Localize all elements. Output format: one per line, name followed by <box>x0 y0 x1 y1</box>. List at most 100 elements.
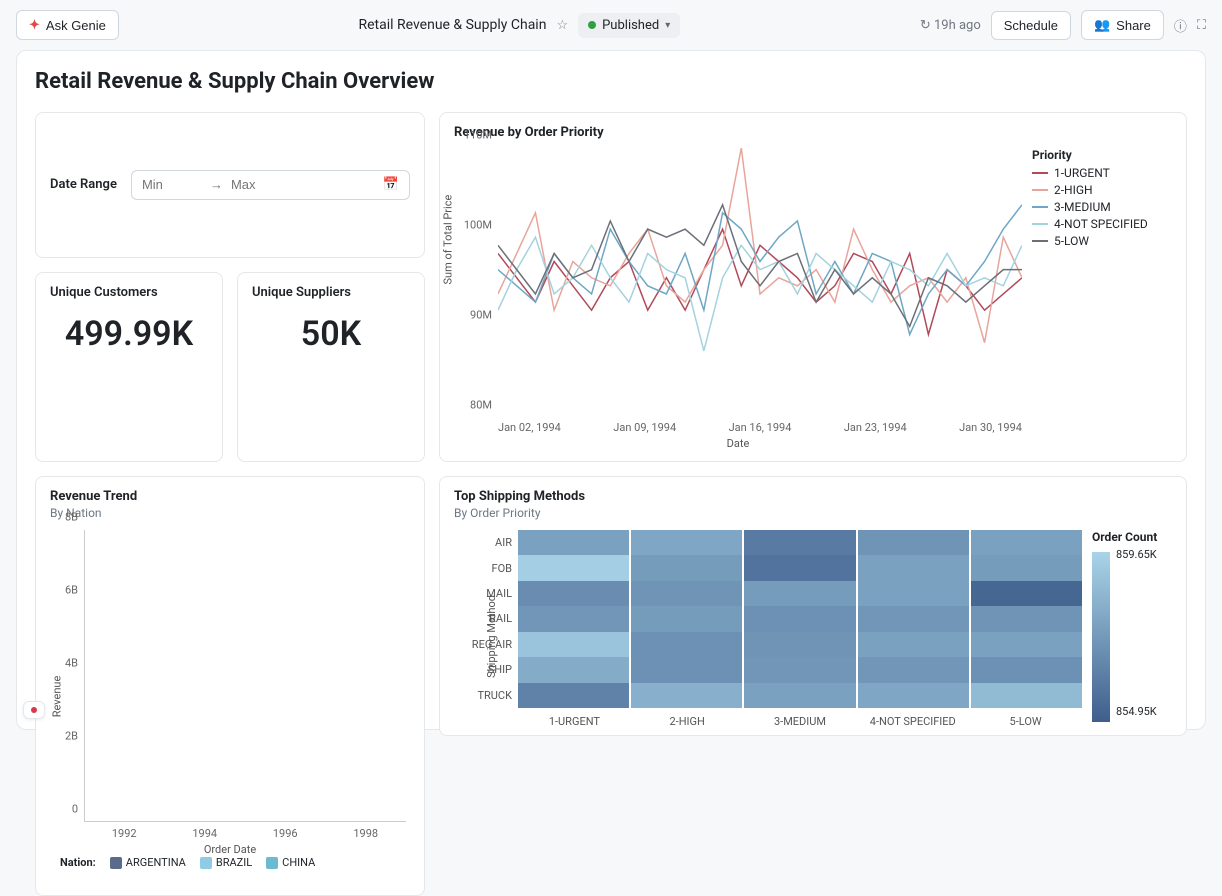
arrow-right-icon: → <box>210 177 223 193</box>
heat-cell[interactable] <box>744 683 855 708</box>
topbar-center: Retail Revenue & Supply Chain ☆ Publishe… <box>131 13 908 38</box>
heat-cell[interactable] <box>631 530 742 555</box>
trend-y-axis: 02B4B6B8B <box>50 530 80 822</box>
legend-item[interactable]: 3-MEDIUM <box>1032 200 1172 214</box>
heat-cell[interactable] <box>858 632 969 657</box>
status-dot-icon <box>588 21 596 29</box>
heat-cell[interactable] <box>971 657 1082 682</box>
floating-widget[interactable] <box>23 701 45 719</box>
shipping-heatmap-card: Top Shipping Methods By Order Priority S… <box>439 476 1187 736</box>
heat-cell[interactable] <box>858 581 969 606</box>
heat-cell[interactable] <box>858 657 969 682</box>
heat-cell[interactable] <box>518 606 629 631</box>
ask-genie-button[interactable]: ✦ Ask Genie <box>16 10 119 40</box>
heat-scale-min: 854.95K <box>1116 705 1157 718</box>
trend-x-axis-label: Order Date <box>204 843 256 856</box>
heat-cell[interactable] <box>631 555 742 580</box>
kpi-suppliers-card: Unique Suppliers 50K <box>237 272 425 463</box>
schedule-button[interactable]: Schedule <box>991 11 1071 40</box>
heat-cell[interactable] <box>971 683 1082 708</box>
heat-scale-max: 859.65K <box>1116 548 1157 561</box>
share-button[interactable]: 👥 Share <box>1081 10 1164 40</box>
trend-legend: Nation: ARGENTINA BRAZIL CHINA <box>60 856 410 869</box>
heat-cell[interactable] <box>858 606 969 631</box>
refresh-ago: 19h ago <box>934 18 981 33</box>
fullscreen-icon[interactable]: ⛶ <box>1197 18 1206 33</box>
heatmap-plot: Shipping Method AIRFOBMAILRAILREG AIRSHI… <box>454 530 1082 730</box>
legend-item[interactable]: BRAZIL <box>200 856 252 869</box>
kpi-customers-value: 499.99K <box>50 314 208 354</box>
heat-cell[interactable] <box>858 555 969 580</box>
legend-item[interactable]: 4-NOT SPECIFIED <box>1032 217 1172 231</box>
heat-cell[interactable] <box>744 530 855 555</box>
heatmap-title: Top Shipping Methods <box>454 489 1172 504</box>
heat-gradient-icon <box>1092 552 1110 722</box>
revenue-priority-title: Revenue by Order Priority <box>454 125 1172 140</box>
kpi-customers-title: Unique Customers <box>50 285 208 300</box>
kpi-suppliers-title: Unique Suppliers <box>252 285 410 300</box>
status-pill[interactable]: Published ▾ <box>578 13 680 38</box>
star-icon[interactable]: ☆ <box>556 18 568 33</box>
heat-cell[interactable] <box>971 632 1082 657</box>
legend-item[interactable]: CHINA <box>266 856 315 869</box>
heat-scale-title: Order Count <box>1092 530 1172 544</box>
date-min-input[interactable] <box>142 177 202 192</box>
overview-title: Retail Revenue & Supply Chain Overview <box>35 69 1187 94</box>
legend-item[interactable]: 1-URGENT <box>1032 166 1172 180</box>
heat-cell[interactable] <box>518 632 629 657</box>
line-legend-title: Priority <box>1032 148 1172 162</box>
line-legend: Priority 1-URGENT 2-HIGH 3-MEDIUM 4-NOT SPE… <box>1032 148 1172 448</box>
heat-cells <box>518 530 1082 708</box>
heat-cell[interactable] <box>518 530 629 555</box>
revenue-trend-chart[interactable]: Revenue 02B4B6B8B 1992199419961998 Order… <box>50 530 410 850</box>
date-range-input[interactable]: → 📅 <box>131 170 410 200</box>
date-max-input[interactable] <box>231 177 291 192</box>
kpi-suppliers-value: 50K <box>252 314 410 354</box>
heat-cell[interactable] <box>631 657 742 682</box>
heat-row-labels: AIRFOBMAILRAILREG AIRSHIPTRUCK <box>468 530 516 708</box>
heat-cell[interactable] <box>971 581 1082 606</box>
record-dot-icon <box>31 707 37 713</box>
heat-cell[interactable] <box>631 683 742 708</box>
info-icon[interactable]: ⓘ <box>1174 16 1187 35</box>
revenue-trend-subtitle: By Nation <box>50 506 410 520</box>
line-y-axis-label: Sum of Total Price <box>442 195 455 285</box>
refresh-status[interactable]: ↻ 19h ago <box>920 18 981 33</box>
heat-cell[interactable] <box>971 555 1082 580</box>
refresh-icon: ↻ <box>920 18 931 33</box>
heat-cell[interactable] <box>518 581 629 606</box>
heatmap-chart[interactable]: Shipping Method AIRFOBMAILRAILREG AIRSHI… <box>454 530 1172 730</box>
topbar-right: ↻ 19h ago Schedule 👥 Share ⓘ ⛶ <box>920 10 1206 40</box>
heat-cell[interactable] <box>631 581 742 606</box>
heat-cell[interactable] <box>518 657 629 682</box>
heat-x-labels: 1-URGENT2-HIGH3-MEDIUM4-NOT SPECIFIED5-L… <box>518 715 1082 728</box>
revenue-priority-card: Revenue by Order Priority Sum of Total P… <box>439 112 1187 462</box>
heat-cell[interactable] <box>744 581 855 606</box>
legend-item[interactable]: 5-LOW <box>1032 234 1172 248</box>
heat-cell[interactable] <box>858 530 969 555</box>
heat-cell[interactable] <box>971 530 1082 555</box>
line-y-axis: 80M90M100M110M <box>454 148 494 418</box>
heat-cell[interactable] <box>858 683 969 708</box>
heat-cell[interactable] <box>518 683 629 708</box>
heat-cell[interactable] <box>744 555 855 580</box>
legend-item[interactable]: ARGENTINA <box>110 856 186 869</box>
heat-cell[interactable] <box>971 606 1082 631</box>
heat-cell[interactable] <box>518 555 629 580</box>
trend-x-axis: 1992199419961998 <box>84 827 406 840</box>
chevron-down-icon: ▾ <box>665 20 670 31</box>
revenue-trend-title: Revenue Trend <box>50 489 410 504</box>
heat-cell[interactable] <box>744 632 855 657</box>
schedule-label: Schedule <box>1004 18 1058 33</box>
calendar-icon[interactable]: 📅 <box>383 177 399 192</box>
topbar: ✦ Ask Genie Retail Revenue & Supply Chai… <box>0 0 1222 50</box>
date-range-card: Date Range → 📅 <box>35 112 425 258</box>
heat-cell[interactable] <box>631 632 742 657</box>
heat-cell[interactable] <box>744 606 855 631</box>
legend-item[interactable]: 2-HIGH <box>1032 183 1172 197</box>
heat-cell[interactable] <box>744 657 855 682</box>
people-icon: 👥 <box>1094 17 1110 33</box>
line-svg <box>498 148 1022 391</box>
heat-cell[interactable] <box>631 606 742 631</box>
revenue-priority-chart[interactable]: Sum of Total Price 80M90M100M110M Jan 02… <box>454 148 1172 448</box>
